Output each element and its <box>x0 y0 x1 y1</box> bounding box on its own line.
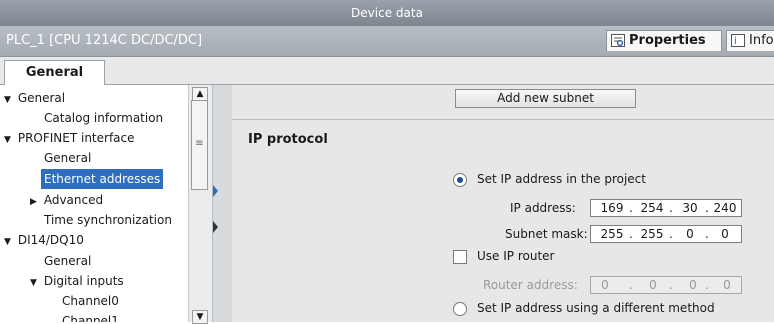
tab-general[interactable]: General <box>4 60 105 85</box>
router-octet-4[interactable]: 0 <box>719 278 735 292</box>
dot-separator: . <box>629 227 633 241</box>
section-divider <box>232 119 774 120</box>
object-title: PLC_1 [CPU 1214C DC/DC/DC] <box>6 33 203 48</box>
router-octet-1[interactable]: 0 <box>597 278 613 292</box>
tree-item-di-general[interactable]: General <box>44 251 91 271</box>
ip-address-label: IP address: <box>510 201 576 215</box>
tree-item-label: DI14/DQ10 <box>17 233 84 247</box>
dot-separator: . <box>669 227 673 241</box>
mask-octet-1[interactable]: 255 <box>599 227 625 241</box>
ip-address-field[interactable]: 169 . 254 . 30 . 240 <box>590 199 742 217</box>
mask-octet-2[interactable]: 255 <box>639 227 665 241</box>
tree-item-di14-dq10[interactable]: ▼ DI14/DQ10 <box>4 230 84 250</box>
ip-octet-4[interactable]: 240 <box>711 201 739 215</box>
ip-protocol-heading: IP protocol <box>248 132 328 147</box>
tree-item-profinet-general[interactable]: General <box>44 148 91 168</box>
use-ip-router-label: Use IP router <box>477 249 555 263</box>
tree-item-general[interactable]: ▼ General <box>4 88 65 108</box>
dot-separator: . <box>705 201 709 215</box>
expand-arrow-icon[interactable]: ▼ <box>4 130 14 150</box>
info-icon: i <box>731 34 745 47</box>
router-address-label: Router address: <box>483 278 578 292</box>
dot-separator: . <box>669 278 673 292</box>
expand-arrow-icon[interactable]: ▼ <box>30 273 40 293</box>
router-address-field[interactable]: 0 . 0 . 0 . 0 <box>590 276 742 294</box>
mask-octet-4[interactable]: 0 <box>711 227 739 241</box>
tree-item-channel1[interactable]: Channel1 <box>62 311 119 322</box>
router-octet-2[interactable]: 0 <box>645 278 661 292</box>
tree-item-channel0[interactable]: Channel0 <box>62 291 119 311</box>
device-data-bar: Device data <box>0 0 774 26</box>
tree-item-label: PROFINET interface <box>17 131 135 145</box>
tree-item-time-synchronization[interactable]: Time synchronization <box>44 210 172 230</box>
tab-row <box>0 57 774 85</box>
tree-item-profinet-interface[interactable]: ▼ PROFINET interface <box>4 128 135 148</box>
set-ip-different-method-label: Set IP address using a different method <box>477 301 715 315</box>
expand-arrow-icon[interactable]: ▼ <box>4 90 14 110</box>
set-ip-in-project-label: Set IP address in the project <box>477 172 646 186</box>
router-octet-3[interactable]: 0 <box>685 278 701 292</box>
dot-separator: . <box>629 278 633 292</box>
device-data-title: Device data <box>351 6 423 20</box>
tree-item-ethernet-addresses[interactable]: Ethernet addresses <box>41 169 164 189</box>
tree-item-advanced[interactable]: ▶ Advanced <box>30 190 103 210</box>
info-tab[interactable]: i Info <box>726 30 774 51</box>
object-header: PLC_1 [CPU 1214C DC/DC/DC] Properties i … <box>0 26 774 57</box>
dot-separator: . <box>705 278 709 292</box>
properties-icon <box>611 34 625 47</box>
expand-arrow-icon[interactable] <box>213 221 218 233</box>
ip-octet-3[interactable]: 30 <box>679 201 701 215</box>
dot-separator: . <box>705 227 709 241</box>
set-ip-in-project-radio[interactable] <box>453 173 467 187</box>
expand-arrow-icon[interactable]: ▼ <box>4 232 14 252</box>
mask-octet-3[interactable]: 0 <box>679 227 701 241</box>
properties-tab-label: Properties <box>629 33 706 48</box>
radio-selected-icon <box>457 177 463 183</box>
tree-item-catalog-information[interactable]: Catalog information <box>44 108 163 128</box>
scrollbar-thumb[interactable]: ≡ <box>191 100 208 190</box>
subnet-mask-field[interactable]: 255 . 255 . 0 . 0 <box>590 225 742 243</box>
tree-item-label: Advanced <box>43 193 104 207</box>
ip-octet-1[interactable]: 169 <box>599 201 625 215</box>
svg-text:i: i <box>734 36 737 47</box>
collapse-arrow-icon[interactable] <box>213 185 218 197</box>
properties-tab[interactable]: Properties <box>606 30 722 51</box>
tree-item-label: General <box>17 91 66 105</box>
set-ip-different-method-radio[interactable] <box>453 302 467 316</box>
use-ip-router-checkbox[interactable] <box>453 250 467 264</box>
ip-octet-2[interactable]: 254 <box>639 201 665 215</box>
navigation-tree: ▼ General Catalog information ▼ PROFINET… <box>0 85 188 322</box>
expand-arrow-icon[interactable]: ▶ <box>30 192 40 212</box>
tree-item-digital-inputs[interactable]: ▼ Digital inputs <box>30 271 124 291</box>
dot-separator: . <box>669 201 673 215</box>
tree-item-label: Digital inputs <box>43 274 124 288</box>
subnet-mask-label: Subnet mask: <box>505 227 588 241</box>
info-tab-label: Info <box>749 33 774 48</box>
dot-separator: . <box>629 201 633 215</box>
pane-splitter[interactable] <box>212 85 232 322</box>
add-new-subnet-button[interactable]: Add new subnet <box>455 89 636 108</box>
scroll-up-icon[interactable]: ▲ <box>192 87 208 101</box>
